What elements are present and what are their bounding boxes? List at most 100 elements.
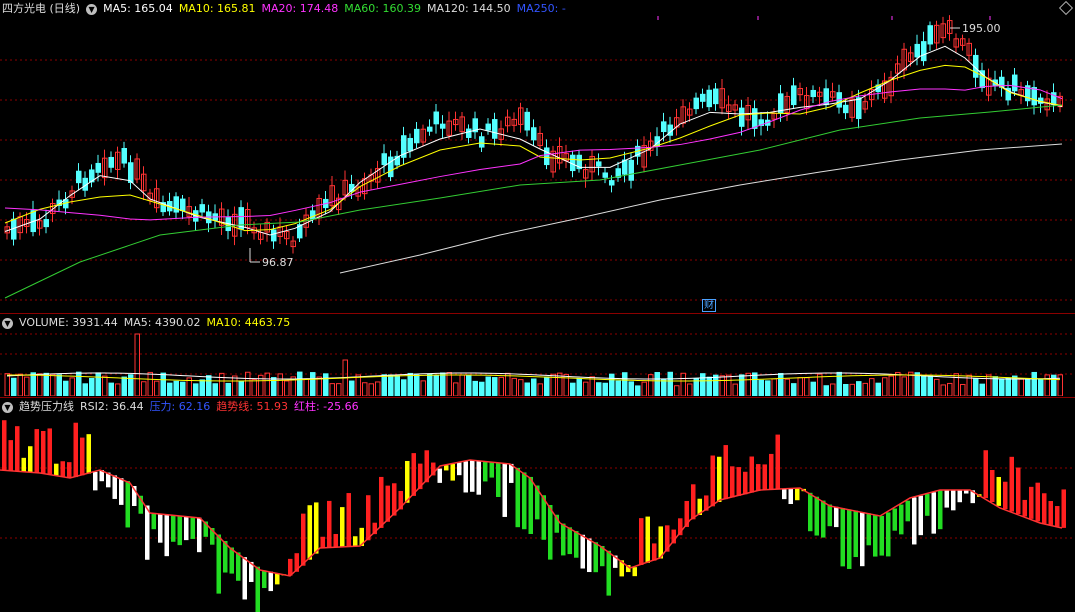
trend-bar	[190, 517, 195, 539]
chevron-down-icon[interactable]: ▼	[2, 317, 13, 329]
trend-bar	[606, 550, 611, 596]
trend-bar	[580, 534, 585, 569]
trend-bar	[34, 429, 39, 473]
candlestick-chart[interactable]	[0, 0, 1075, 312]
volume-bar	[927, 375, 933, 396]
trend-bar	[125, 481, 130, 528]
volume-bar	[531, 378, 537, 396]
volume-bar	[11, 377, 17, 396]
ma5-label: MA5: 165.04	[103, 2, 173, 15]
trend-bar	[242, 557, 247, 600]
volume-bar	[63, 380, 69, 396]
trend-bar	[769, 453, 774, 490]
volume-bar	[901, 376, 907, 396]
volume-bar	[310, 372, 316, 396]
finance-marker[interactable]: 财	[702, 299, 716, 312]
volume-bar	[277, 373, 283, 396]
trend-bar	[853, 510, 858, 558]
volume-bar	[459, 374, 465, 396]
volume-bar	[1038, 378, 1044, 396]
volume-bar	[615, 380, 621, 396]
trend-bar	[158, 513, 163, 543]
trend-bar	[392, 483, 397, 516]
trend-bar	[548, 505, 553, 560]
volume-bar	[401, 379, 407, 396]
volume-bar	[914, 372, 920, 396]
trend-bar	[814, 496, 819, 536]
volume-bar	[511, 377, 517, 396]
trend-bar	[795, 488, 800, 501]
volume-bar	[810, 381, 816, 396]
volume-bar	[297, 371, 303, 396]
volume-bar	[121, 376, 127, 396]
volume-bar	[596, 382, 602, 396]
volume-bar	[992, 376, 998, 396]
trend-bar	[262, 570, 267, 589]
candle-body	[121, 148, 127, 164]
volume-bar	[375, 381, 381, 396]
trend-bar	[652, 543, 657, 561]
volume-bar	[89, 377, 95, 396]
trend-bar	[587, 538, 592, 573]
volume-bar	[648, 374, 654, 396]
trend-pressure-panel[interactable]: ▼ 趋势压力线 RSI2: 36.44 压力: 62.16 趋势线: 51.93 红柱: …	[0, 398, 1075, 612]
volume-bar	[674, 385, 680, 396]
candle-body	[843, 104, 849, 114]
price-chart-panel[interactable]: 四方光电 (日线) ▼ MA5: 165.04 MA10: 165.81 MA20: 1…	[0, 0, 1075, 312]
volume-bar	[576, 377, 582, 396]
volume-bar	[1005, 377, 1011, 396]
volume-bar	[329, 383, 335, 396]
trend-bar	[593, 542, 598, 573]
trend-bar	[8, 440, 13, 471]
volume-bar	[797, 377, 803, 396]
candle-body	[791, 85, 797, 106]
high-price-label: 195.00	[962, 22, 1001, 35]
volume-bar	[134, 333, 140, 396]
volume-bar	[537, 383, 543, 396]
volume-bar	[960, 383, 966, 396]
candle-body	[706, 89, 712, 108]
trend-bar	[723, 445, 728, 500]
trend-bar	[957, 490, 962, 503]
trend-bar	[1055, 506, 1060, 527]
trend-bar	[639, 518, 644, 565]
volume-bar	[622, 372, 628, 396]
trend-bar	[951, 490, 956, 511]
trend-bar	[710, 455, 715, 507]
trend-bar	[756, 464, 761, 491]
volume-bar	[407, 372, 413, 396]
trend-bar	[307, 505, 312, 560]
trend-bar	[892, 508, 897, 531]
volume-bar	[791, 383, 797, 396]
chevron-down-icon[interactable]: ▼	[2, 401, 13, 413]
trend-bar	[457, 462, 462, 476]
volume-bar	[453, 382, 459, 396]
trend-bar	[808, 492, 813, 532]
volume-bar	[979, 383, 985, 396]
chevron-down-icon[interactable]: ▼	[86, 3, 98, 15]
trend-bar	[749, 456, 754, 493]
volume-bar	[934, 378, 940, 396]
trend-bar	[788, 488, 793, 505]
trend-bar	[515, 467, 520, 528]
trend-bar	[301, 513, 306, 566]
trend-bar	[385, 485, 390, 522]
volume-bar	[641, 381, 647, 396]
candle-body	[713, 88, 719, 105]
candle-body	[609, 180, 615, 186]
volume-bar	[232, 375, 238, 396]
trend-bar	[151, 513, 156, 530]
trend-bar	[1042, 493, 1047, 524]
volume-bar	[193, 383, 199, 396]
volume-bar	[349, 380, 355, 396]
trend-bar	[736, 467, 741, 496]
trend-bar	[1035, 482, 1040, 522]
candle-body	[76, 170, 82, 184]
trend-bar	[437, 468, 442, 483]
trend-pressure-chart[interactable]	[0, 398, 1075, 612]
volume-bar	[479, 381, 485, 396]
volume-bar	[752, 372, 758, 396]
volume-bar	[498, 376, 504, 396]
volume-panel[interactable]: ▼ VOLUME: 3931.44 MA5: 4390.02 MA10: 4463.7…	[0, 314, 1075, 396]
trend-bar	[522, 472, 527, 530]
